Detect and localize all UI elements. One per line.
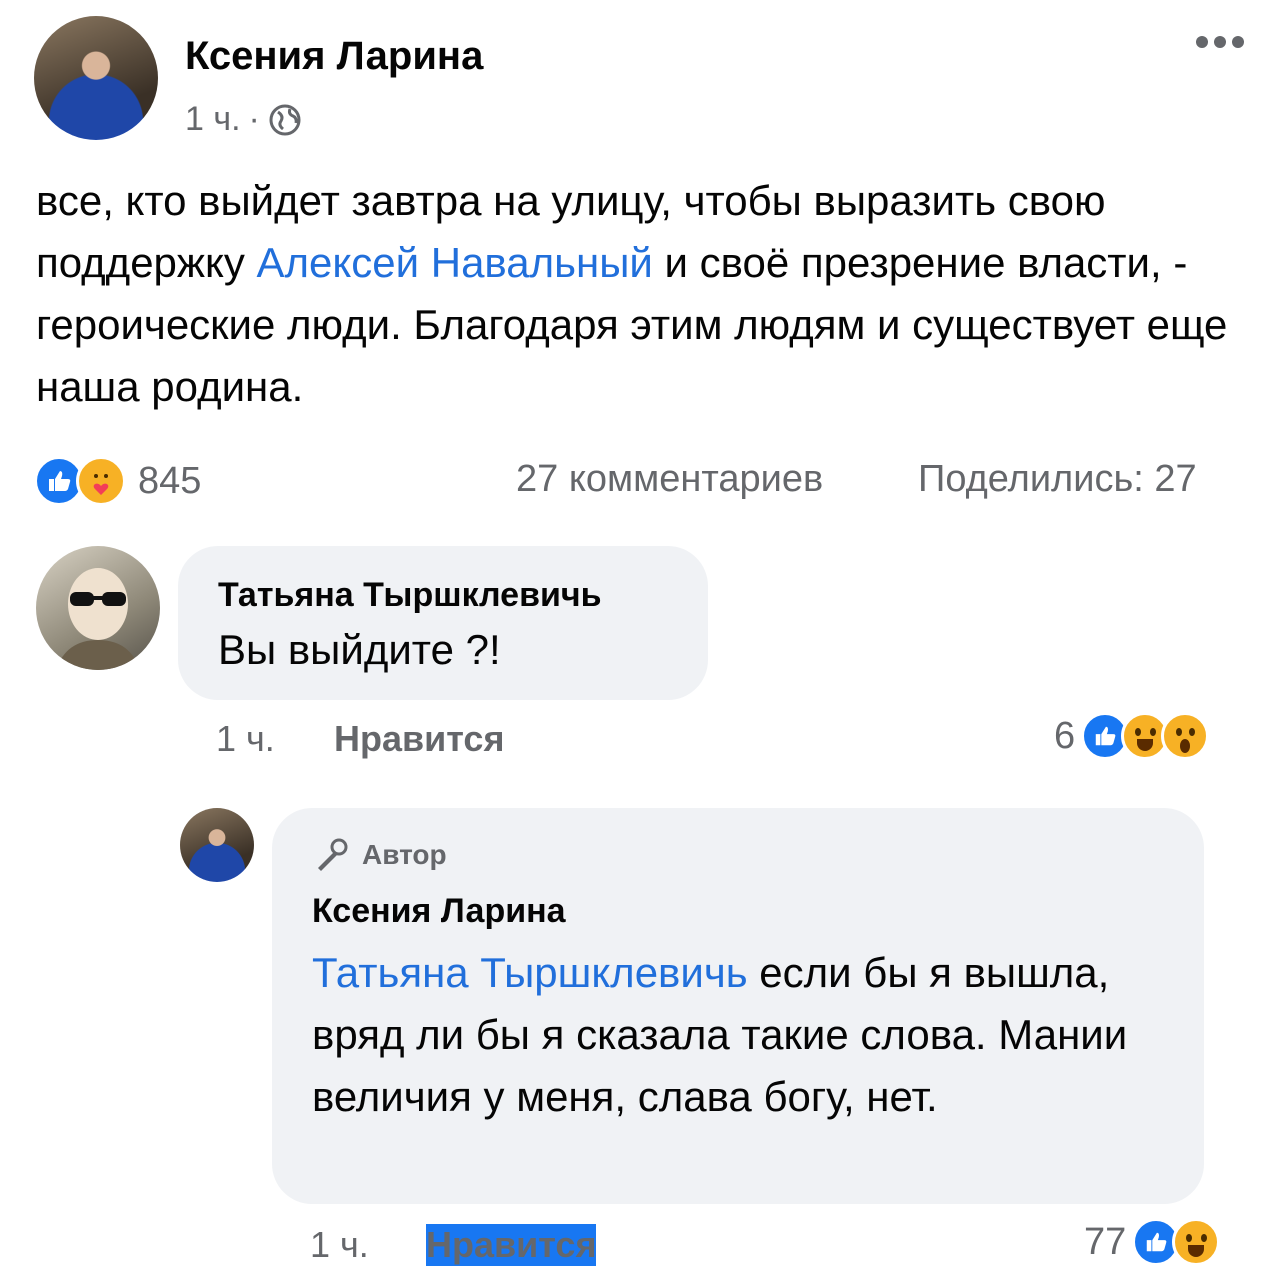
reply-author-avatar[interactable] [180, 808, 254, 882]
sunglasses-overlay [56, 568, 140, 670]
comment-time[interactable]: 1 ч. [216, 718, 275, 760]
post-reactions[interactable]: 845 [34, 456, 201, 506]
post-time[interactable]: 1 ч. [185, 100, 241, 139]
reply-like-button[interactable]: Нравится [426, 1224, 597, 1266]
mention-link[interactable]: Алексей Навальный [257, 239, 653, 286]
globe-icon[interactable] [268, 103, 302, 137]
care-reaction-icon [76, 456, 126, 506]
author-badge-label: Автор [362, 839, 447, 870]
comment-reactions[interactable]: 6 [1054, 712, 1210, 760]
comment-text: Вы выйдите ?! [218, 626, 501, 673]
post-author-name[interactable]: Ксения Ларина [185, 34, 483, 79]
shares-count-link[interactable]: Поделились: 27 [918, 458, 1197, 501]
reply-author-name[interactable]: Ксения Ларина [312, 892, 566, 931]
haha-reaction-icon [1172, 1218, 1221, 1266]
author-badge: Автор [312, 836, 447, 874]
reaction-count: 845 [138, 459, 202, 502]
comment-like-button[interactable]: Нравится [334, 718, 504, 760]
reply-text: Татьяна Тыршклевичь если бы я вышла, вря… [312, 942, 1182, 1128]
wow-reaction-icon [1161, 712, 1210, 760]
reply-reactions[interactable]: 77 [1084, 1218, 1221, 1266]
author-avatar[interactable] [34, 16, 158, 140]
comments-count-link[interactable]: 27 комментариев [516, 458, 823, 501]
comment-author-name[interactable]: Татьяна Тыршклевичь [218, 576, 602, 615]
commenter-avatar[interactable] [36, 546, 160, 670]
comment-reaction-count: 6 [1054, 714, 1076, 757]
meta-separator: · [248, 100, 260, 138]
more-options-icon[interactable] [1196, 36, 1244, 48]
reply-mention-link[interactable]: Татьяна Тыршклевичь [312, 949, 748, 996]
reply-reaction-count: 77 [1084, 1220, 1127, 1263]
reply-time[interactable]: 1 ч. [310, 1224, 369, 1266]
microphone-icon [318, 838, 348, 871]
post-text: все, кто выйдет завтра на улицу, чтобы в… [36, 170, 1246, 418]
comment-bubble [178, 546, 708, 700]
post-meta: 1 ч. · [185, 100, 302, 139]
